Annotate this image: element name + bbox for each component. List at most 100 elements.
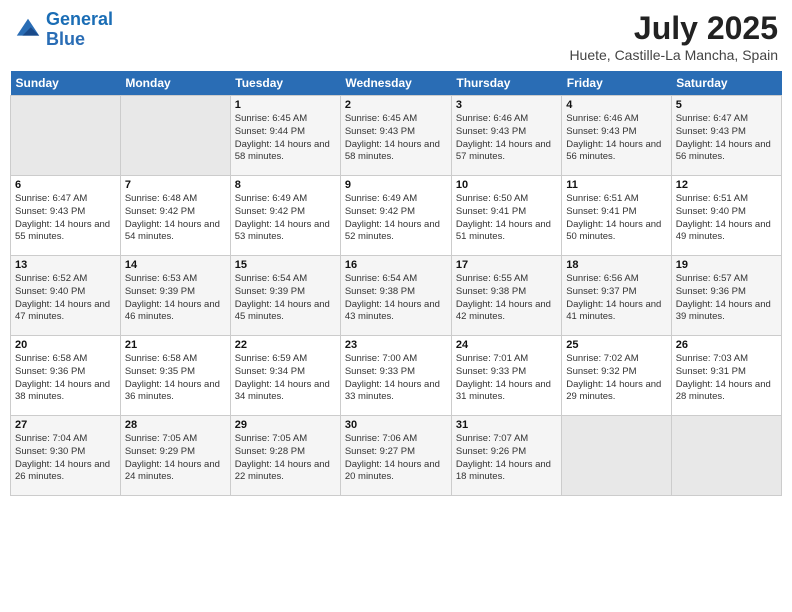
logo: General Blue bbox=[14, 10, 113, 50]
calendar-cell: 3Sunrise: 6:46 AMSunset: 9:43 PMDaylight… bbox=[451, 96, 561, 176]
calendar-cell: 2 Sunrise: 6:45 AMSunset: 9:43 PMDaylight… bbox=[340, 96, 451, 176]
day-number: 9 bbox=[345, 179, 447, 191]
calendar-cell: 15 Sunrise: 6:54 AMSunset: 9:39 PMDayligh… bbox=[230, 256, 340, 336]
day-number: 17 bbox=[456, 259, 557, 271]
day-number: 7 bbox=[125, 179, 226, 191]
day-info: Sunrise: 6:51 AMSunset: 9:40 PMDaylight:… bbox=[676, 193, 777, 244]
calendar-cell: 24Sunrise: 7:01 AMSunset: 9:33 PMDayligh… bbox=[451, 336, 561, 416]
day-info: Sunrise: 6:55 AMSunset: 9:38 PMDaylight:… bbox=[456, 273, 557, 324]
calendar-cell: 29Sunrise: 7:05 AMSunset: 9:28 PMDayligh… bbox=[230, 416, 340, 496]
calendar-cell: 1 Sunrise: 6:45 AMSunset: 9:44 PMDaylight… bbox=[230, 96, 340, 176]
day-number: 25 bbox=[566, 339, 666, 351]
calendar-cell: 17 Sunrise: 6:55 AMSunset: 9:38 PMDayligh… bbox=[451, 256, 561, 336]
calendar-cell: 31 Sunrise: 7:07 AMSunset: 9:26 PMDayligh… bbox=[451, 416, 561, 496]
day-info: Sunrise: 6:53 AMSunset: 9:39 PMDaylight:… bbox=[125, 273, 226, 324]
day-info: Sunrise: 6:45 AMSunset: 9:44 PMDaylight:… bbox=[235, 113, 336, 164]
calendar-cell: 7 Sunrise: 6:48 AMSunset: 9:42 PMDaylight… bbox=[120, 176, 230, 256]
day-info: Sunrise: 7:07 AMSunset: 9:26 PMDaylight:… bbox=[456, 433, 557, 484]
day-info: Sunrise: 7:05 AMSunset: 9:29 PMDaylight:… bbox=[125, 433, 226, 484]
day-number: 4 bbox=[566, 99, 666, 111]
weekday-header-cell: Tuesday bbox=[230, 71, 340, 96]
calendar-cell: 20 Sunrise: 6:58 AMSunset: 9:36 PMDayligh… bbox=[11, 336, 121, 416]
logo-text: General Blue bbox=[46, 10, 113, 50]
day-info: Sunrise: 7:00 AMSunset: 9:33 PMDaylight:… bbox=[345, 353, 447, 404]
day-number: 30 bbox=[345, 419, 447, 431]
calendar-cell: 19 Sunrise: 6:57 AMSunset: 9:36 PMDayligh… bbox=[671, 256, 781, 336]
day-info: Sunrise: 6:49 AMSunset: 9:42 PMDaylight:… bbox=[345, 193, 447, 244]
day-number: 23 bbox=[345, 339, 447, 351]
day-number: 27 bbox=[15, 419, 116, 431]
day-number: 1 bbox=[235, 99, 336, 111]
calendar-cell bbox=[120, 96, 230, 176]
day-number: 10 bbox=[456, 179, 557, 191]
calendar-cell: 11Sunrise: 6:51 AMSunset: 9:41 PMDayligh… bbox=[562, 176, 671, 256]
calendar-week-row: 20 Sunrise: 6:58 AMSunset: 9:36 PMDayligh… bbox=[11, 336, 782, 416]
weekday-header-cell: Monday bbox=[120, 71, 230, 96]
day-number: 22 bbox=[235, 339, 336, 351]
day-number: 19 bbox=[676, 259, 777, 271]
day-info: Sunrise: 6:48 AMSunset: 9:42 PMDaylight:… bbox=[125, 193, 226, 244]
day-info: Sunrise: 6:49 AMSunset: 9:42 PMDaylight:… bbox=[235, 193, 336, 244]
day-number: 15 bbox=[235, 259, 336, 271]
calendar-week-row: 1 Sunrise: 6:45 AMSunset: 9:44 PMDaylight… bbox=[11, 96, 782, 176]
calendar-cell: 27 Sunrise: 7:04 AMSunset: 9:30 PMDayligh… bbox=[11, 416, 121, 496]
calendar-cell: 8 Sunrise: 6:49 AMSunset: 9:42 PMDaylight… bbox=[230, 176, 340, 256]
calendar-cell: 9 Sunrise: 6:49 AMSunset: 9:42 PMDaylight… bbox=[340, 176, 451, 256]
day-number: 2 bbox=[345, 99, 447, 111]
day-info: Sunrise: 7:03 AMSunset: 9:31 PMDaylight:… bbox=[676, 353, 777, 404]
calendar-cell: 21Sunrise: 6:58 AMSunset: 9:35 PMDayligh… bbox=[120, 336, 230, 416]
logo-line2: Blue bbox=[46, 29, 85, 49]
day-number: 24 bbox=[456, 339, 557, 351]
weekday-header-cell: Sunday bbox=[11, 71, 121, 96]
day-number: 20 bbox=[15, 339, 116, 351]
calendar-cell bbox=[562, 416, 671, 496]
day-info: Sunrise: 6:54 AMSunset: 9:38 PMDaylight:… bbox=[345, 273, 447, 324]
calendar-table: SundayMondayTuesdayWednesdayThursdayFrid… bbox=[10, 71, 782, 496]
day-info: Sunrise: 7:04 AMSunset: 9:30 PMDaylight:… bbox=[15, 433, 116, 484]
day-info: Sunrise: 6:46 AMSunset: 9:43 PMDaylight:… bbox=[566, 113, 666, 164]
day-info: Sunrise: 6:47 AMSunset: 9:43 PMDaylight:… bbox=[15, 193, 116, 244]
calendar-cell: 12 Sunrise: 6:51 AMSunset: 9:40 PMDayligh… bbox=[671, 176, 781, 256]
day-number: 18 bbox=[566, 259, 666, 271]
day-number: 6 bbox=[15, 179, 116, 191]
day-info: Sunrise: 6:45 AMSunset: 9:43 PMDaylight:… bbox=[345, 113, 447, 164]
day-info: Sunrise: 6:56 AMSunset: 9:37 PMDaylight:… bbox=[566, 273, 666, 324]
day-number: 12 bbox=[676, 179, 777, 191]
calendar-cell bbox=[11, 96, 121, 176]
calendar-cell: 30Sunrise: 7:06 AMSunset: 9:27 PMDayligh… bbox=[340, 416, 451, 496]
day-number: 8 bbox=[235, 179, 336, 191]
day-info: Sunrise: 6:57 AMSunset: 9:36 PMDaylight:… bbox=[676, 273, 777, 324]
day-number: 31 bbox=[456, 419, 557, 431]
logo-line1: General bbox=[46, 9, 113, 29]
day-info: Sunrise: 6:50 AMSunset: 9:41 PMDaylight:… bbox=[456, 193, 557, 244]
calendar-cell: 14 Sunrise: 6:53 AMSunset: 9:39 PMDayligh… bbox=[120, 256, 230, 336]
calendar-week-row: 27 Sunrise: 7:04 AMSunset: 9:30 PMDayligh… bbox=[11, 416, 782, 496]
day-number: 26 bbox=[676, 339, 777, 351]
calendar-cell: 5 Sunrise: 6:47 AMSunset: 9:43 PMDaylight… bbox=[671, 96, 781, 176]
weekday-header-cell: Saturday bbox=[671, 71, 781, 96]
day-info: Sunrise: 6:52 AMSunset: 9:40 PMDaylight:… bbox=[15, 273, 116, 324]
day-info: Sunrise: 6:59 AMSunset: 9:34 PMDaylight:… bbox=[235, 353, 336, 404]
weekday-header-row: SundayMondayTuesdayWednesdayThursdayFrid… bbox=[11, 71, 782, 96]
calendar-cell: 28 Sunrise: 7:05 AMSunset: 9:29 PMDayligh… bbox=[120, 416, 230, 496]
day-number: 29 bbox=[235, 419, 336, 431]
day-number: 13 bbox=[15, 259, 116, 271]
calendar-cell: 6 Sunrise: 6:47 AMSunset: 9:43 PMDaylight… bbox=[11, 176, 121, 256]
day-info: Sunrise: 6:54 AMSunset: 9:39 PMDaylight:… bbox=[235, 273, 336, 324]
page-header: General Blue July 2025 Huete, Castille-L… bbox=[10, 10, 782, 63]
day-number: 14 bbox=[125, 259, 226, 271]
calendar-cell: 22 Sunrise: 6:59 AMSunset: 9:34 PMDayligh… bbox=[230, 336, 340, 416]
day-number: 28 bbox=[125, 419, 226, 431]
day-info: Sunrise: 6:58 AMSunset: 9:36 PMDaylight:… bbox=[15, 353, 116, 404]
calendar-cell: 18 Sunrise: 6:56 AMSunset: 9:37 PMDayligh… bbox=[562, 256, 671, 336]
day-info: Sunrise: 7:02 AMSunset: 9:32 PMDaylight:… bbox=[566, 353, 666, 404]
weekday-header-cell: Friday bbox=[562, 71, 671, 96]
calendar-cell: 26 Sunrise: 7:03 AMSunset: 9:31 PMDayligh… bbox=[671, 336, 781, 416]
location: Huete, Castille-La Mancha, Spain bbox=[569, 47, 778, 63]
day-info: Sunrise: 6:47 AMSunset: 9:43 PMDaylight:… bbox=[676, 113, 777, 164]
day-number: 5 bbox=[676, 99, 777, 111]
weekday-header-cell: Wednesday bbox=[340, 71, 451, 96]
logo-icon bbox=[14, 16, 42, 44]
calendar-week-row: 13 Sunrise: 6:52 AMSunset: 9:40 PMDayligh… bbox=[11, 256, 782, 336]
calendar-cell: 16Sunrise: 6:54 AMSunset: 9:38 PMDayligh… bbox=[340, 256, 451, 336]
